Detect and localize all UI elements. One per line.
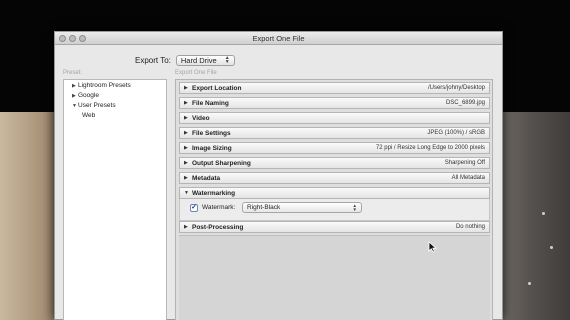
- section-video[interactable]: ▶ Video: [179, 112, 490, 124]
- watermarking-body: ✓ Watermark: Right-Black ▲ ▼: [179, 199, 490, 221]
- preset-folder-google[interactable]: ▶ Google: [72, 92, 99, 99]
- section-output-sharpening[interactable]: ▶ Output Sharpening Sharpening Off: [179, 157, 490, 169]
- export-dialog: Export One File Export To: Hard Drive ▲ ▼…: [54, 31, 503, 320]
- triangle-right-icon: ▶: [184, 115, 188, 121]
- section-metadata[interactable]: ▶ Metadata All Metadata: [179, 172, 490, 184]
- triangle-down-icon: ▼: [184, 190, 189, 196]
- window-title: Export One File: [252, 34, 305, 43]
- triangle-right-icon: ▶: [184, 224, 188, 230]
- preset-folder-user[interactable]: ▼User Presets: [72, 102, 116, 109]
- preset-header: Preset:: [63, 70, 83, 76]
- section-post-processing[interactable]: ▶ Post-Processing Do nothing: [179, 221, 490, 233]
- title-bar[interactable]: Export One File: [55, 32, 502, 45]
- triangle-right-icon: ▶: [184, 130, 188, 136]
- popup-arrows-icon: ▲ ▼: [352, 202, 357, 212]
- preset-folder-lightroom[interactable]: ▶ Lightroom Presets: [72, 82, 131, 89]
- detail-header: Export One File: [175, 70, 217, 76]
- triangle-right-icon: ▶: [184, 85, 188, 91]
- export-to-select[interactable]: Hard Drive ▲ ▼: [175, 54, 235, 66]
- section-file-naming[interactable]: ▶ File Naming DSC_6899.jpg: [179, 97, 490, 109]
- export-to-label: Export To:: [135, 55, 171, 65]
- watermark-label: Watermark:: [202, 204, 236, 211]
- triangle-right-icon: ▶: [184, 100, 188, 106]
- background-photo-left: [0, 112, 60, 320]
- mouse-pointer-icon: [428, 241, 437, 253]
- watermark-checkbox[interactable]: ✓: [190, 204, 198, 212]
- triangle-right-icon: ▶: [184, 160, 188, 166]
- export-to-row: Export To: Hard Drive ▲ ▼: [135, 54, 235, 66]
- section-export-location[interactable]: ▶ Export Location /Users/johny/Desktop: [179, 82, 490, 94]
- settings-empty-area: [179, 235, 490, 320]
- preset-list: ▶ Lightroom Presets ▶ Google ▼User Presets…: [63, 79, 167, 320]
- export-to-value: Hard Drive: [180, 55, 217, 65]
- checkmark-icon: ✓: [191, 204, 197, 211]
- section-image-sizing[interactable]: ▶ Image Sizing 72 ppi / Resize Long Edge…: [179, 142, 490, 154]
- triangle-right-icon: ▶: [184, 175, 188, 181]
- export-settings-panel: ▶ Export Location /Users/johny/Desktop ▶…: [175, 79, 493, 320]
- watermark-select[interactable]: Right-Black ▲ ▼: [242, 202, 362, 213]
- triangle-right-icon: ▶: [184, 145, 188, 151]
- watermark-value: Right-Black: [247, 204, 281, 211]
- background-photo-right: [500, 112, 570, 320]
- popup-arrows-icon: ▲ ▼: [224, 55, 230, 65]
- section-file-settings[interactable]: ▶ File Settings JPEG (100%) / sRGB: [179, 127, 490, 139]
- section-watermarking[interactable]: ▼ Watermarking: [179, 187, 490, 199]
- preset-item-web[interactable]: Web: [82, 112, 95, 119]
